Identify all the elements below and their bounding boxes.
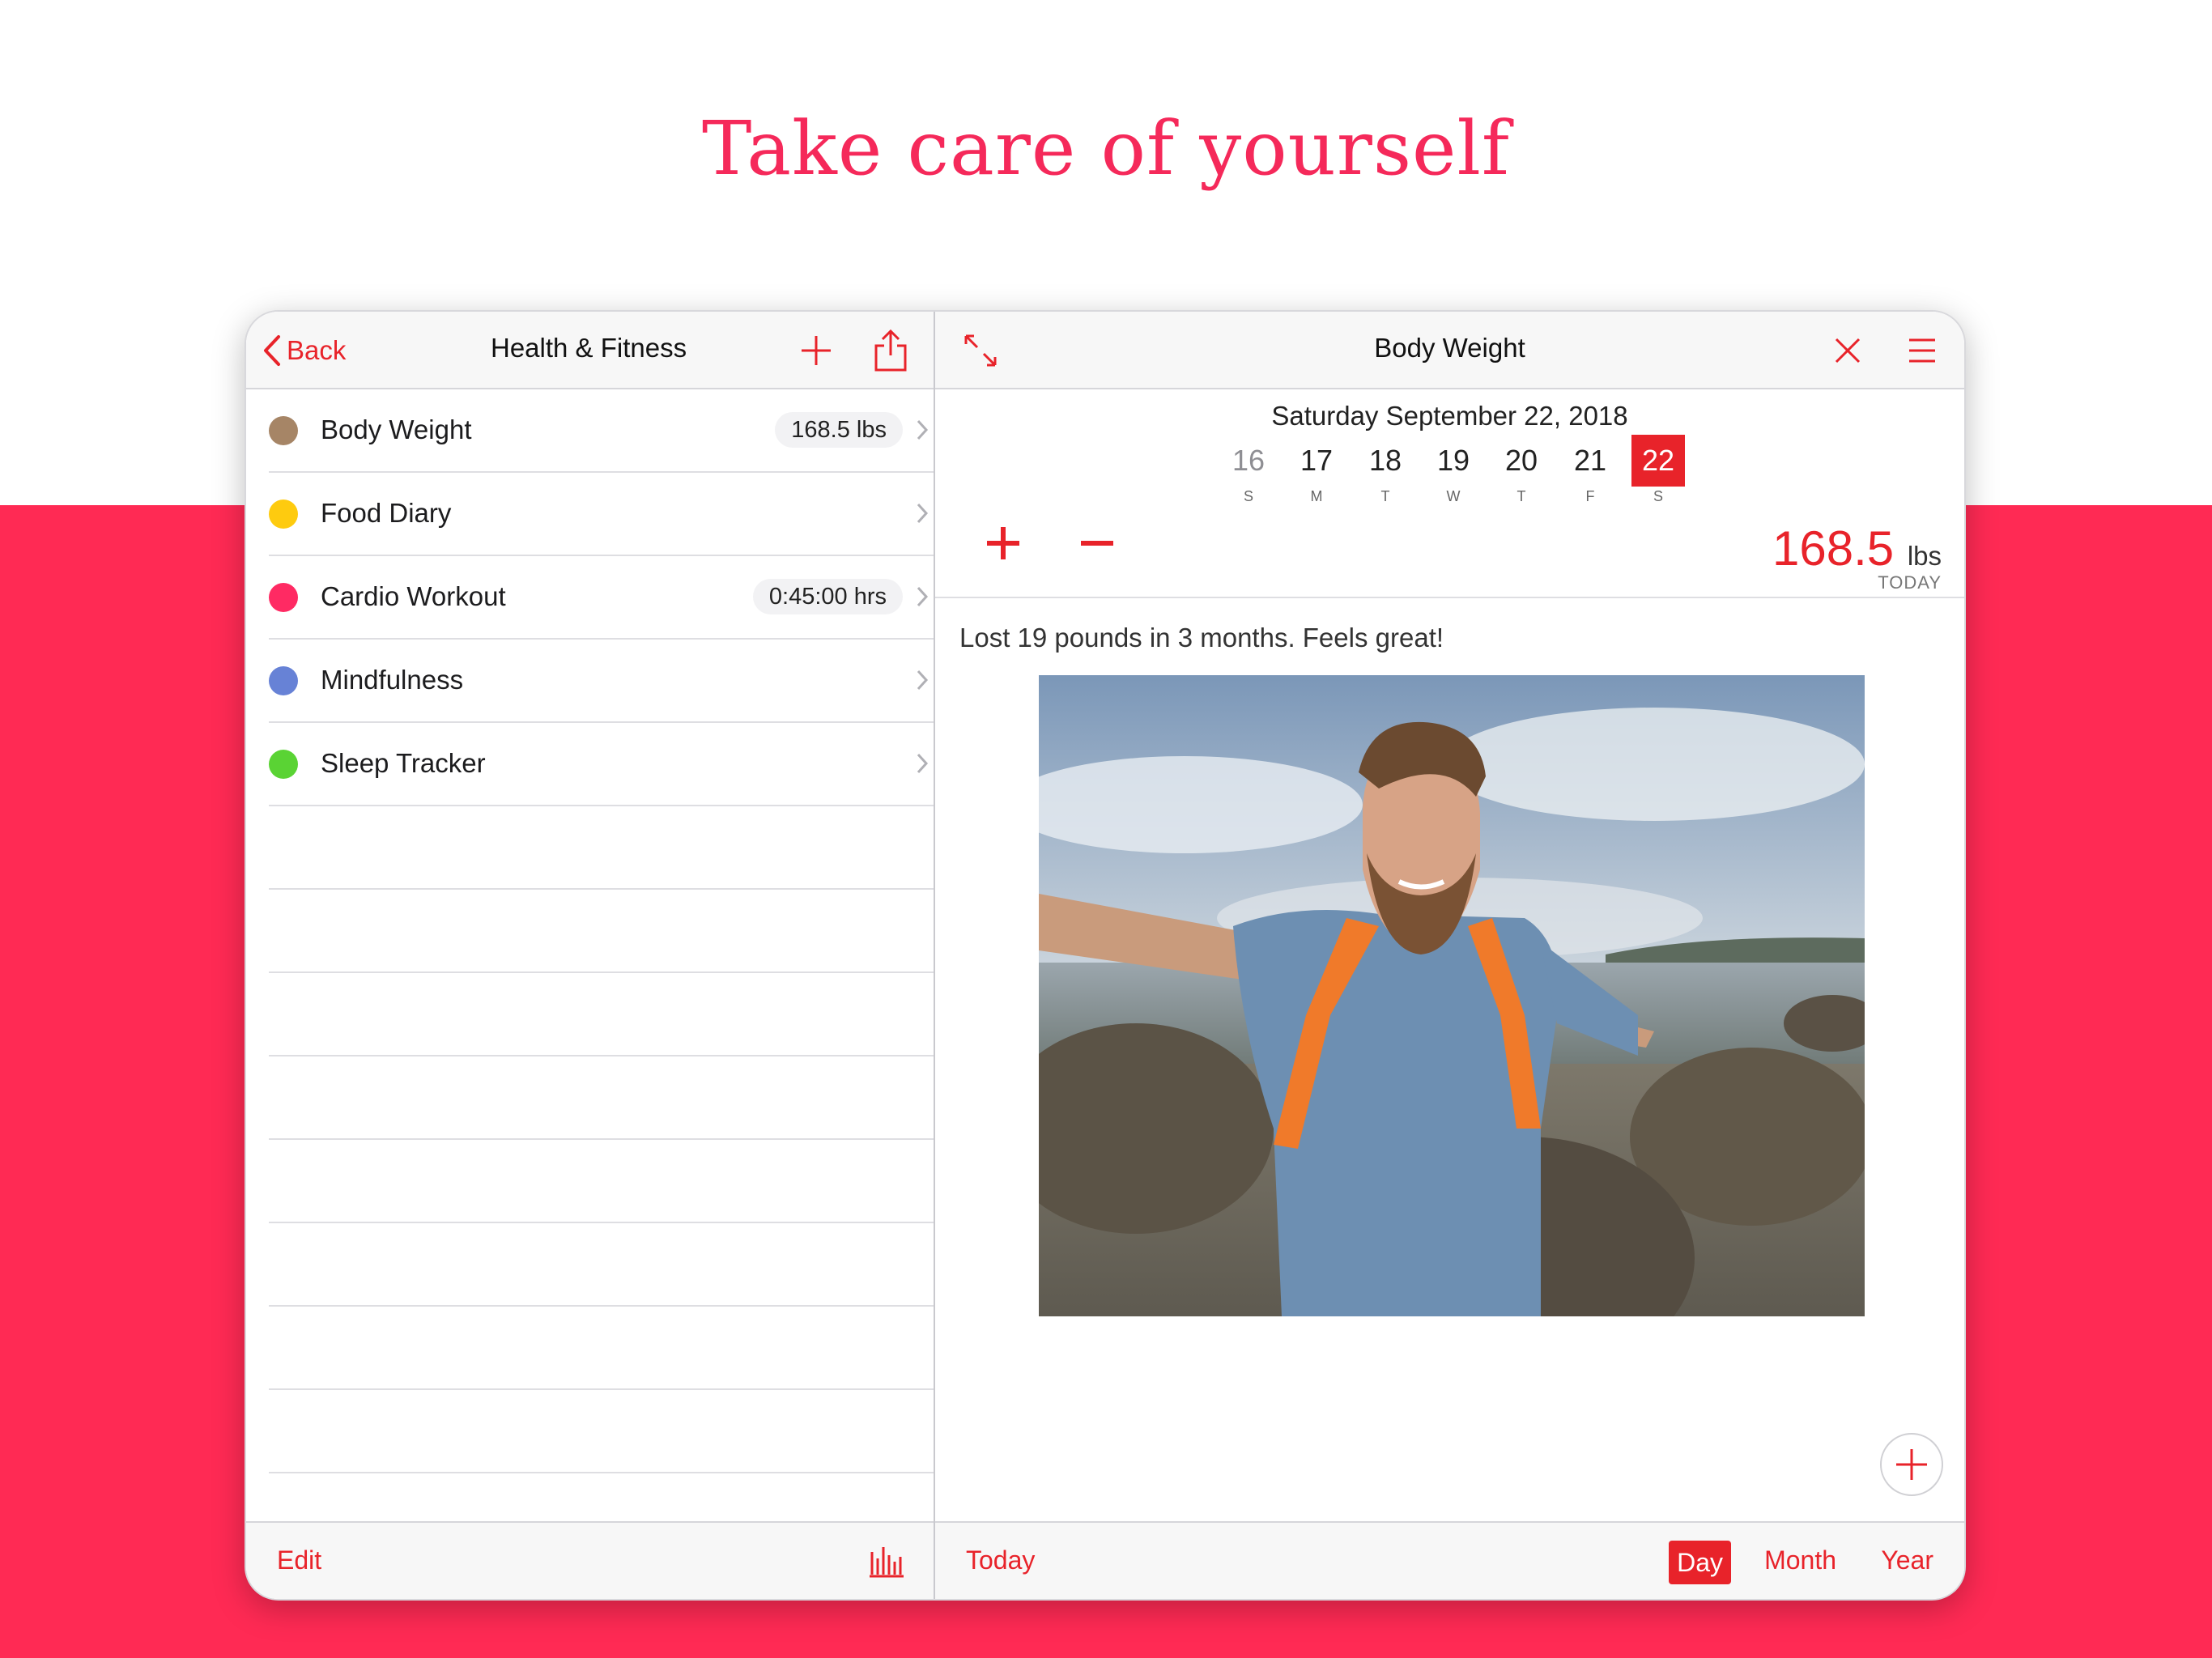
day-number: 16 <box>1231 444 1266 477</box>
list-item-label: Body Weight <box>321 414 472 444</box>
back-label: Back <box>287 335 347 365</box>
date-heading: Saturday September 22, 2018 <box>1271 401 1628 431</box>
empty-row <box>269 1307 934 1390</box>
day-cell[interactable]: 21 F <box>1563 435 1617 505</box>
day-cell[interactable]: 18 T <box>1359 435 1412 505</box>
day-letter: T <box>1516 488 1526 504</box>
value-badge: 0:45:00 hrs <box>752 579 903 614</box>
color-dot <box>269 666 298 695</box>
day-letter: S <box>1653 488 1663 504</box>
menu-icon <box>1909 338 1935 363</box>
color-dot <box>269 500 298 529</box>
today-button[interactable]: Today <box>966 1545 1035 1575</box>
marketing-headline: Take care of yourself <box>702 105 1510 192</box>
day-letter: S <box>1243 488 1253 504</box>
color-dot <box>269 750 298 779</box>
weight-number: 168.5 <box>1772 521 1895 576</box>
chevron-right-icon <box>917 670 929 691</box>
close-button[interactable] <box>1833 336 1862 369</box>
day-letter: F <box>1585 488 1595 504</box>
back-button[interactable]: Back <box>262 329 346 372</box>
close-icon <box>1835 338 1861 363</box>
day-cell-selected[interactable]: 22 S <box>1631 435 1685 505</box>
segment-day[interactable]: Day <box>1669 1541 1731 1584</box>
color-dot <box>269 583 298 612</box>
list-item-cardio-workout[interactable]: Cardio Workout 0:45:00 hrs <box>269 556 934 640</box>
bar-chart-icon <box>870 1547 904 1578</box>
day-number: 20 <box>1504 444 1538 477</box>
day-cell[interactable]: 19 W <box>1427 435 1480 505</box>
share-button[interactable] <box>873 328 908 377</box>
detail-toolbar: Today Day Month Year <box>935 1521 1964 1599</box>
empty-row <box>269 973 934 1056</box>
plus-icon <box>987 527 1019 559</box>
master-navbar: Back Health & Fitness <box>246 312 934 389</box>
day-number: 21 <box>1573 444 1607 477</box>
empty-row <box>269 806 934 890</box>
empty-row <box>269 1223 934 1307</box>
detail-pane: Body Weight Saturday September 22, 2018 … <box>935 312 1964 1599</box>
list-item-mindfulness[interactable]: Mindfulness <box>269 640 934 723</box>
weight-unit: lbs <box>1907 541 1942 571</box>
list-item-label: Sleep Tracker <box>321 748 486 778</box>
master-pane: Back Health & Fitness Body Weight 168.5 … <box>246 312 935 1599</box>
day-cell[interactable]: 17 M <box>1290 435 1343 505</box>
day-number: 19 <box>1436 444 1470 477</box>
empty-row <box>269 890 934 973</box>
detail-navbar: Body Weight <box>935 312 1964 389</box>
day-cell[interactable]: 20 T <box>1495 435 1548 505</box>
detail-title: Body Weight <box>1374 333 1525 363</box>
list-item-label: Mindfulness <box>321 665 464 695</box>
attached-photo[interactable] <box>1039 675 1865 1316</box>
master-title: Health & Fitness <box>491 333 687 363</box>
list-item-sleep-tracker[interactable]: Sleep Tracker <box>269 723 934 806</box>
share-icon <box>874 329 907 372</box>
day-letter: T <box>1380 488 1390 504</box>
weight-caption: TODAY <box>1878 572 1942 593</box>
add-button[interactable] <box>798 333 834 372</box>
weight-readout: 168.5 lbs <box>1772 521 1942 576</box>
day-number: 22 <box>1631 435 1685 487</box>
segment-month[interactable]: Month <box>1764 1545 1836 1575</box>
day-letter: W <box>1446 488 1461 504</box>
decrement-button[interactable] <box>1078 524 1117 567</box>
plus-icon <box>1896 1449 1927 1480</box>
selfie-photo <box>1039 675 1865 1316</box>
segment-year[interactable]: Year <box>1881 1545 1933 1575</box>
empty-row <box>269 1056 934 1140</box>
master-toolbar: Edit <box>246 1521 934 1599</box>
list-item-label: Cardio Workout <box>321 581 506 611</box>
plus-icon <box>802 336 831 365</box>
day-letter: M <box>1310 488 1323 504</box>
chevron-right-icon <box>917 753 929 774</box>
edit-button[interactable]: Edit <box>277 1545 321 1575</box>
divider <box>935 597 1964 598</box>
chart-button[interactable] <box>869 1544 904 1582</box>
increment-button[interactable] <box>984 524 1023 567</box>
ipad-screen: Back Health & Fitness Body Weight 168.5 … <box>245 310 1966 1601</box>
list-item-body-weight[interactable]: Body Weight 168.5 lbs <box>269 389 934 473</box>
add-entry-button[interactable] <box>1880 1433 1943 1496</box>
chevron-right-icon <box>917 586 929 607</box>
list-item-label: Food Diary <box>321 498 452 528</box>
note-text[interactable]: Lost 19 pounds in 3 months. Feels great! <box>959 623 1444 653</box>
menu-button[interactable] <box>1908 338 1937 368</box>
category-list: Body Weight 168.5 lbs Food Diary Cardio … <box>246 389 934 1557</box>
chevron-right-icon <box>917 419 929 440</box>
empty-row <box>269 1390 934 1473</box>
day-number: 17 <box>1300 444 1334 477</box>
minus-icon <box>1081 541 1113 546</box>
color-dot <box>269 416 298 445</box>
chevron-right-icon <box>917 503 929 524</box>
empty-row <box>269 1140 934 1223</box>
value-badge: 168.5 lbs <box>775 412 903 448</box>
chevron-left-icon <box>264 335 280 366</box>
list-item-food-diary[interactable]: Food Diary <box>269 473 934 556</box>
day-cell[interactable]: 16 S <box>1222 435 1275 505</box>
day-number: 18 <box>1368 444 1402 477</box>
